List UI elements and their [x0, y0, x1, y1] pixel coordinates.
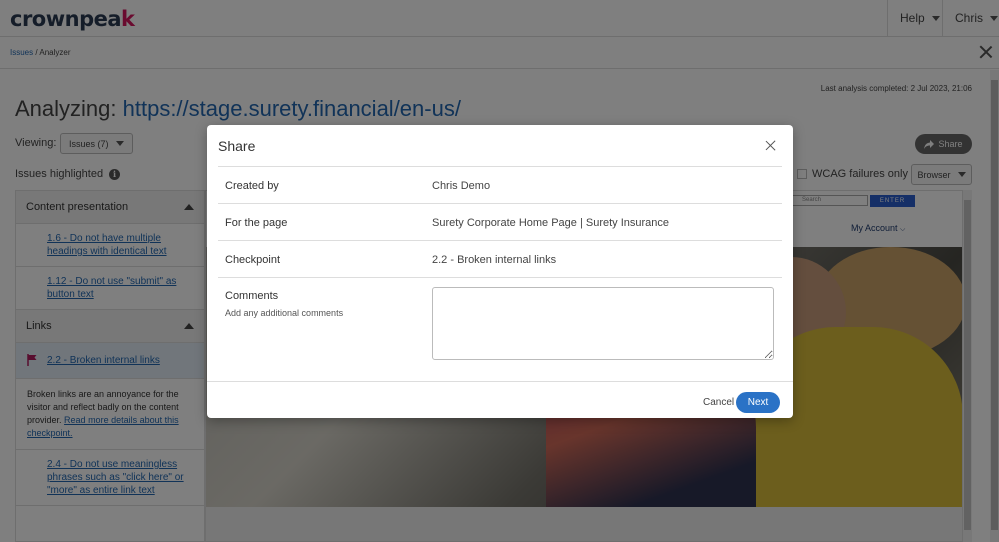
created-by-value: Chris Demo	[432, 180, 491, 192]
for-page-label: For the page	[225, 217, 288, 229]
comments-hint: Add any additional comments	[225, 308, 344, 318]
next-button[interactable]: Next	[736, 392, 780, 413]
checkpoint-row: Checkpoint 2.2 - Broken internal links	[218, 240, 782, 277]
share-dialog: Share Created by Chris Demo For the page…	[207, 125, 793, 418]
dialog-footer-divider	[207, 381, 793, 382]
comments-label: Comments	[225, 290, 279, 302]
for-page-row: For the page Surety Corporate Home Page …	[218, 203, 782, 240]
comments-textarea[interactable]	[432, 287, 774, 360]
dialog-title: Share	[218, 138, 256, 154]
checkpoint-value: 2.2 - Broken internal links	[432, 254, 557, 266]
created-by-row: Created by Chris Demo	[218, 166, 782, 203]
cancel-button[interactable]: Cancel	[703, 397, 734, 408]
comments-row: Comments Add any additional comments	[218, 277, 782, 318]
created-by-label: Created by	[225, 180, 279, 192]
checkpoint-label: Checkpoint	[225, 254, 281, 266]
for-page-value: Surety Corporate Home Page | Surety Insu…	[432, 217, 670, 229]
close-icon[interactable]	[765, 140, 776, 151]
